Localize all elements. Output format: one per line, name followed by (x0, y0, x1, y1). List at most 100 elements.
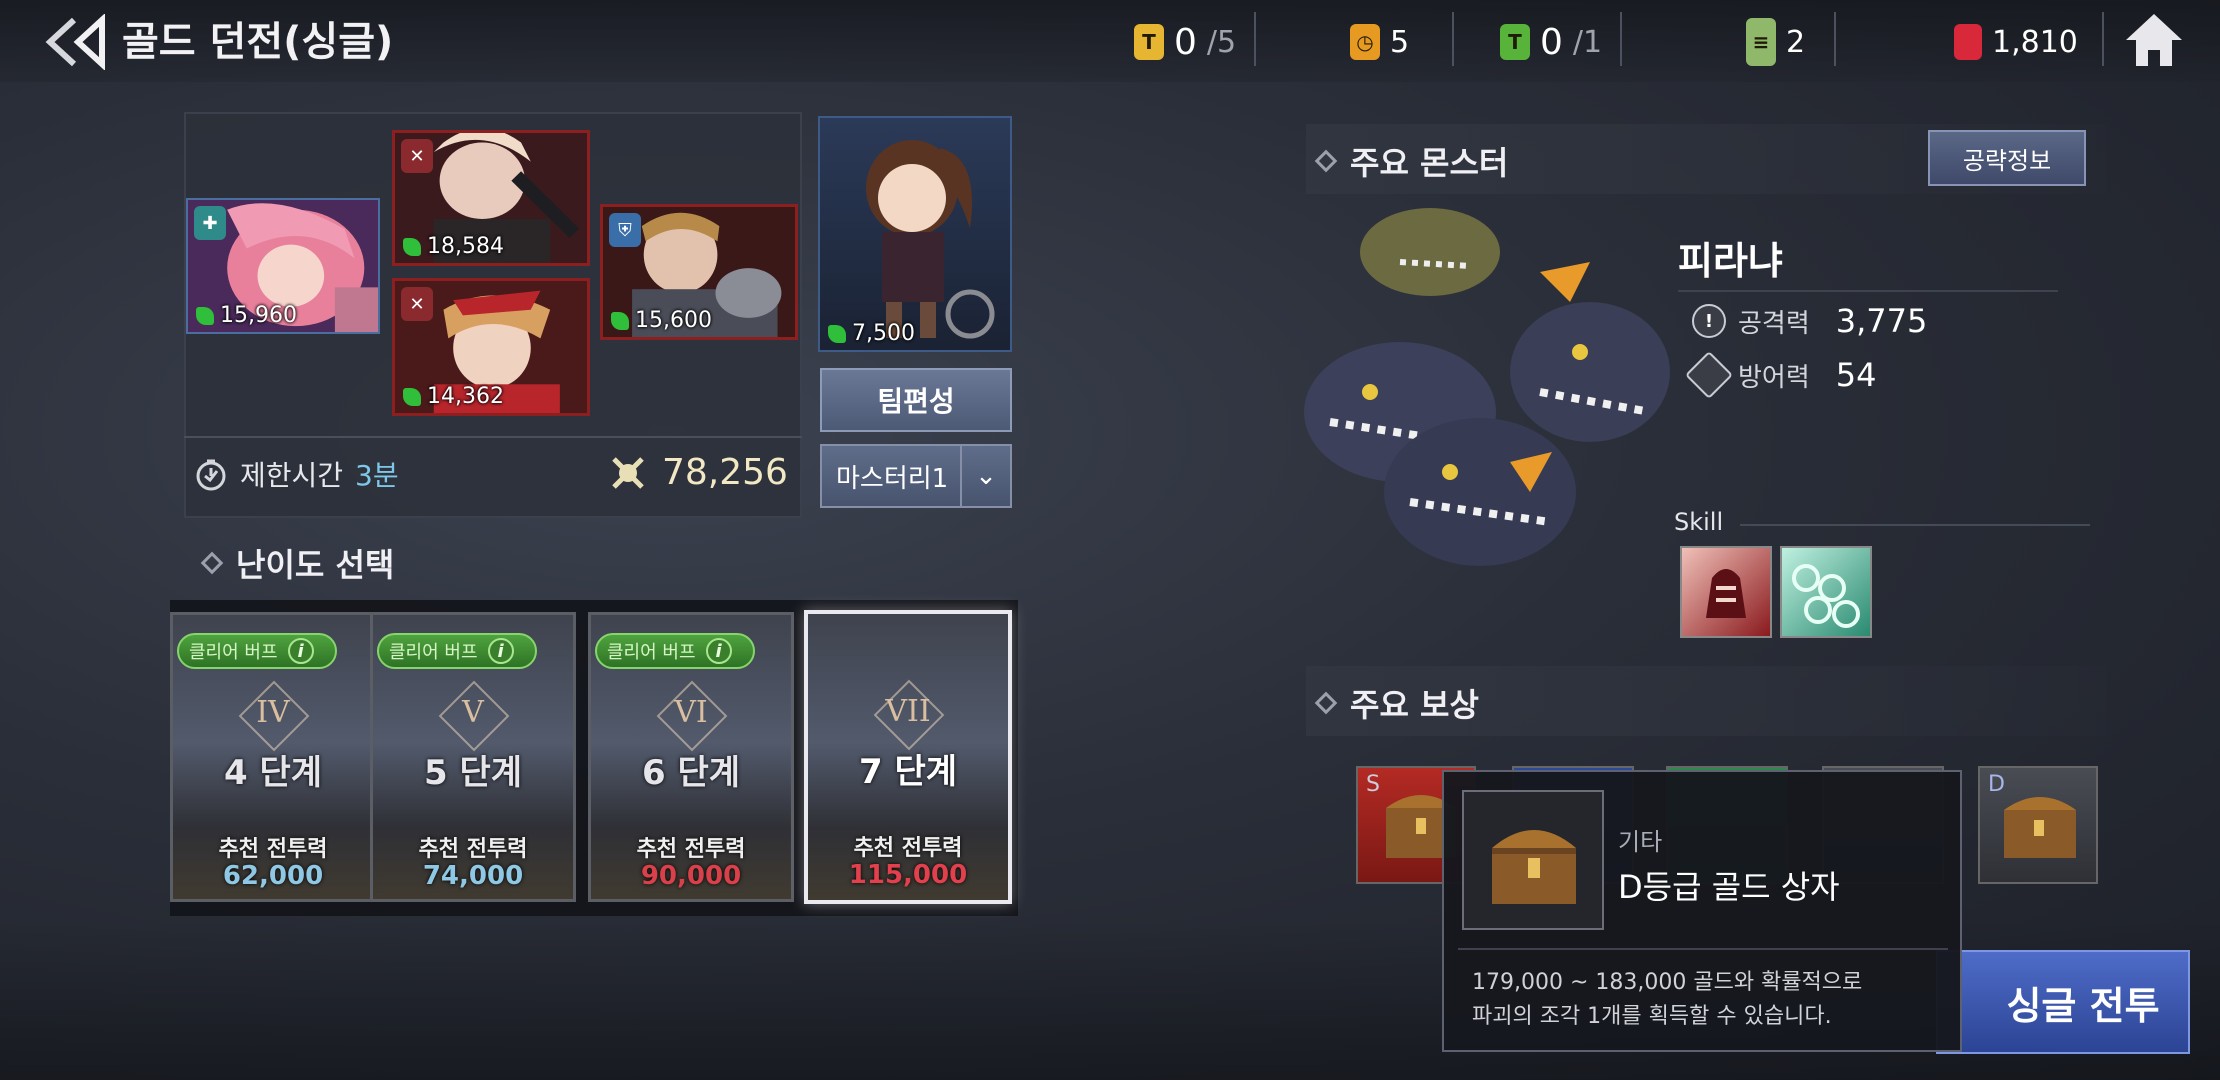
currency-max: /1 (1572, 24, 1603, 60)
ticket-t-green-icon: T (1500, 24, 1530, 60)
monster-name: 피라냐 (1678, 239, 1783, 283)
currency-stamina[interactable]: ◷ 5 (1350, 14, 1409, 70)
currency-value: 0 (1174, 21, 1197, 63)
healer-role-icon: ✚ (194, 206, 226, 240)
currency-max: /5 (1206, 24, 1237, 60)
diamond-bullet-icon (200, 551, 224, 575)
info-icon: i (487, 638, 514, 664)
attack-label: 공격력 (1738, 308, 1810, 339)
hero-power: 18,584 (403, 234, 504, 259)
combat-power-icon (612, 456, 644, 489)
diamond-bullet-icon (1314, 691, 1338, 715)
divider (1620, 12, 1622, 66)
gold-chest-icon (1492, 830, 1576, 904)
home-icon (2126, 14, 2182, 66)
hero-slot-1[interactable]: ✚ 15,960 (186, 198, 380, 334)
difficulty-card-4[interactable]: 클리어 버프 i IV 4 단계 추천 전투력 62,000 (170, 612, 376, 902)
recommended-power-value: 90,000 (640, 861, 742, 891)
page-title: 골드 던전(싱글) (122, 19, 394, 65)
currency-ticket-gold[interactable]: T 0 /5 (1134, 14, 1236, 70)
reward-header: 주요 보상 (1314, 680, 1479, 726)
currency-value: 0 (1540, 21, 1563, 63)
difficulty-card-5[interactable]: 클리어 버프 i V 5 단계 추천 전투력 74,000 (370, 612, 576, 902)
divider (1452, 12, 1454, 66)
currency-scroll[interactable]: ≡ 2 (1746, 14, 1805, 70)
time-limit: 제한시간 3분 (194, 454, 399, 494)
team-formation-button[interactable]: 팀편성 (820, 368, 1012, 432)
leader-portrait (866, 140, 995, 339)
rank-numeral: V (462, 695, 484, 730)
hero-power: 7,500 (828, 321, 915, 346)
hero-power: 15,960 (196, 303, 297, 328)
hero-power-value: 15,600 (635, 308, 712, 333)
clear-buff-badge[interactable]: 클리어 버프 i (595, 633, 755, 669)
info-icon: i (287, 638, 314, 664)
ticket-t-icon: T (1134, 24, 1164, 60)
scale-skill-icon (1792, 564, 1860, 628)
divider (184, 436, 802, 438)
divider (1740, 524, 2090, 526)
buff-label: 클리어 버프 (389, 642, 478, 663)
step-label: 4 단계 (223, 753, 323, 793)
rank-numeral: IV (256, 695, 290, 730)
combat-power-icon (828, 324, 846, 343)
grade-label: D (1988, 772, 2005, 797)
mastery-select[interactable]: 마스터리1 ⌄ (820, 444, 1012, 508)
step-label: 5 단계 (423, 753, 523, 793)
defense-value: 54 (1835, 356, 1877, 394)
currency-value: 2 (1786, 24, 1806, 60)
currency-ruby[interactable]: 1,810 (1954, 14, 2078, 70)
difficulty-card-6[interactable]: 클리어 버프 i VI 6 단계 추천 전투력 90,000 (588, 612, 794, 902)
defense-icon (1684, 350, 1734, 400)
clear-buff-badge[interactable]: 클리어 버프 i (177, 633, 337, 669)
defense-label: 방어력 (1738, 362, 1810, 393)
hero-slot-2[interactable]: ✕ 18,584 (392, 130, 590, 266)
difficulty-card-7-selected[interactable]: VII 7 단계 추천 전투력 115,000 (804, 610, 1012, 904)
recommended-power-label: 추천 전투력 (218, 837, 328, 862)
currency-ticket-green[interactable]: T 0 /1 (1500, 14, 1602, 70)
reward-d-chest[interactable]: D (1978, 766, 2098, 884)
total-power: 78,256 (608, 452, 788, 493)
hero-slot-3[interactable]: ✕ 14,362 (392, 278, 590, 416)
step-label: 7 단계 (858, 752, 958, 792)
defense-stat: 방어력 54 (1684, 350, 1877, 400)
grade-label: S (1366, 772, 1380, 797)
buff-label: 클리어 버프 (189, 642, 278, 663)
bite-skill-icon (1706, 569, 1746, 618)
strategy-info-button[interactable]: 공략정보 (1928, 130, 2086, 186)
mastery-value: 마스터리1 (836, 463, 949, 494)
attack-icon: ! (1692, 304, 1726, 338)
sword-role-icon: ✕ (401, 287, 433, 321)
monster-header: 주요 몬스터 (1314, 138, 1508, 184)
rank-numeral: VI (674, 695, 708, 730)
hero-power-value: 18,584 (427, 234, 504, 259)
hero-slot-4[interactable]: ⛨ 15,600 (600, 204, 798, 340)
recommended-power-label: 추천 전투력 (636, 837, 746, 862)
home-button[interactable] (2122, 10, 2186, 70)
combat-power-icon (196, 306, 214, 325)
stamina-icon: ◷ (1350, 24, 1380, 60)
time-value: 3분 (355, 459, 399, 492)
attack-value: 3,775 (1835, 302, 1928, 340)
diamond-bullet-icon (1314, 149, 1338, 173)
divider (2102, 12, 2104, 66)
reward-section-title: 주요 보상 (1350, 686, 1479, 724)
tooltip-item-icon (1462, 790, 1604, 930)
difficulty-header: 난이도 선택 (200, 540, 394, 586)
skill-label: Skill (1674, 508, 1724, 536)
skill-2-icon[interactable] (1780, 546, 1872, 638)
skill-1-icon[interactable] (1680, 546, 1772, 638)
leader-card[interactable]: 7,500 (818, 116, 1012, 352)
single-battle-button[interactable]: 싱글 전투 (1936, 950, 2190, 1054)
total-power-value: 78,256 (662, 452, 788, 493)
clear-buff-badge[interactable]: 클리어 버프 i (377, 633, 537, 669)
back-button[interactable] (44, 13, 110, 71)
divider (1834, 12, 1836, 66)
step-label: 6 단계 (641, 753, 741, 793)
shield-role-icon: ⛨ (609, 213, 641, 247)
recommended-power-value: 115,000 (848, 860, 968, 890)
hero-power: 15,600 (611, 308, 712, 333)
currency-value: 5 (1390, 24, 1410, 60)
combat-power-icon (611, 311, 629, 330)
recommended-power-value: 62,000 (222, 861, 324, 891)
